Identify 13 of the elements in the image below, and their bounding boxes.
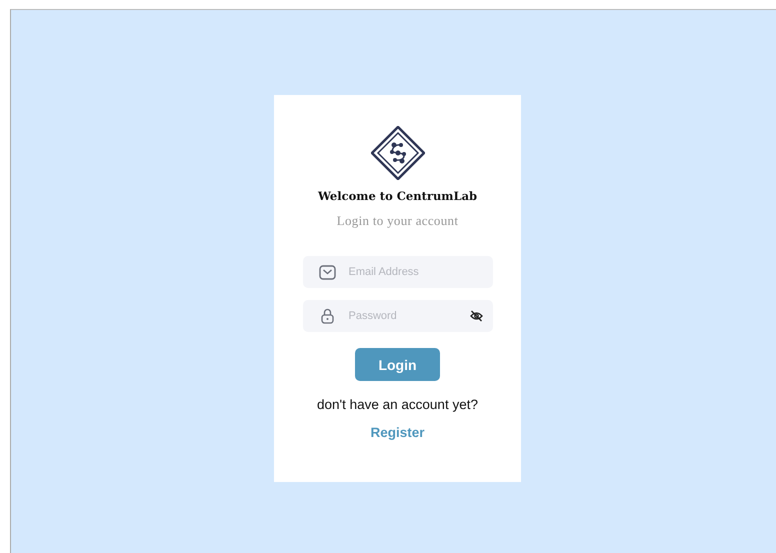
logo-icon [370,126,424,180]
welcome-title: Welcome to CentrumLab [318,189,478,203]
lock-icon [321,308,334,324]
text-input[interactable]: Email Address [348,266,482,278]
account-prompt: don't have an account yet? [317,397,478,412]
register-link[interactable]: Register [370,425,425,440]
eye-slash-icon[interactable] [470,310,482,322]
login-button[interactable]: Login [355,348,440,381]
envelope-icon [319,264,336,280]
input-field[interactable]: Email Address [302,256,492,288]
text-input[interactable]: Password [348,310,470,322]
input-field[interactable]: Password [302,300,492,332]
subtitle: Login to your account [336,213,458,229]
